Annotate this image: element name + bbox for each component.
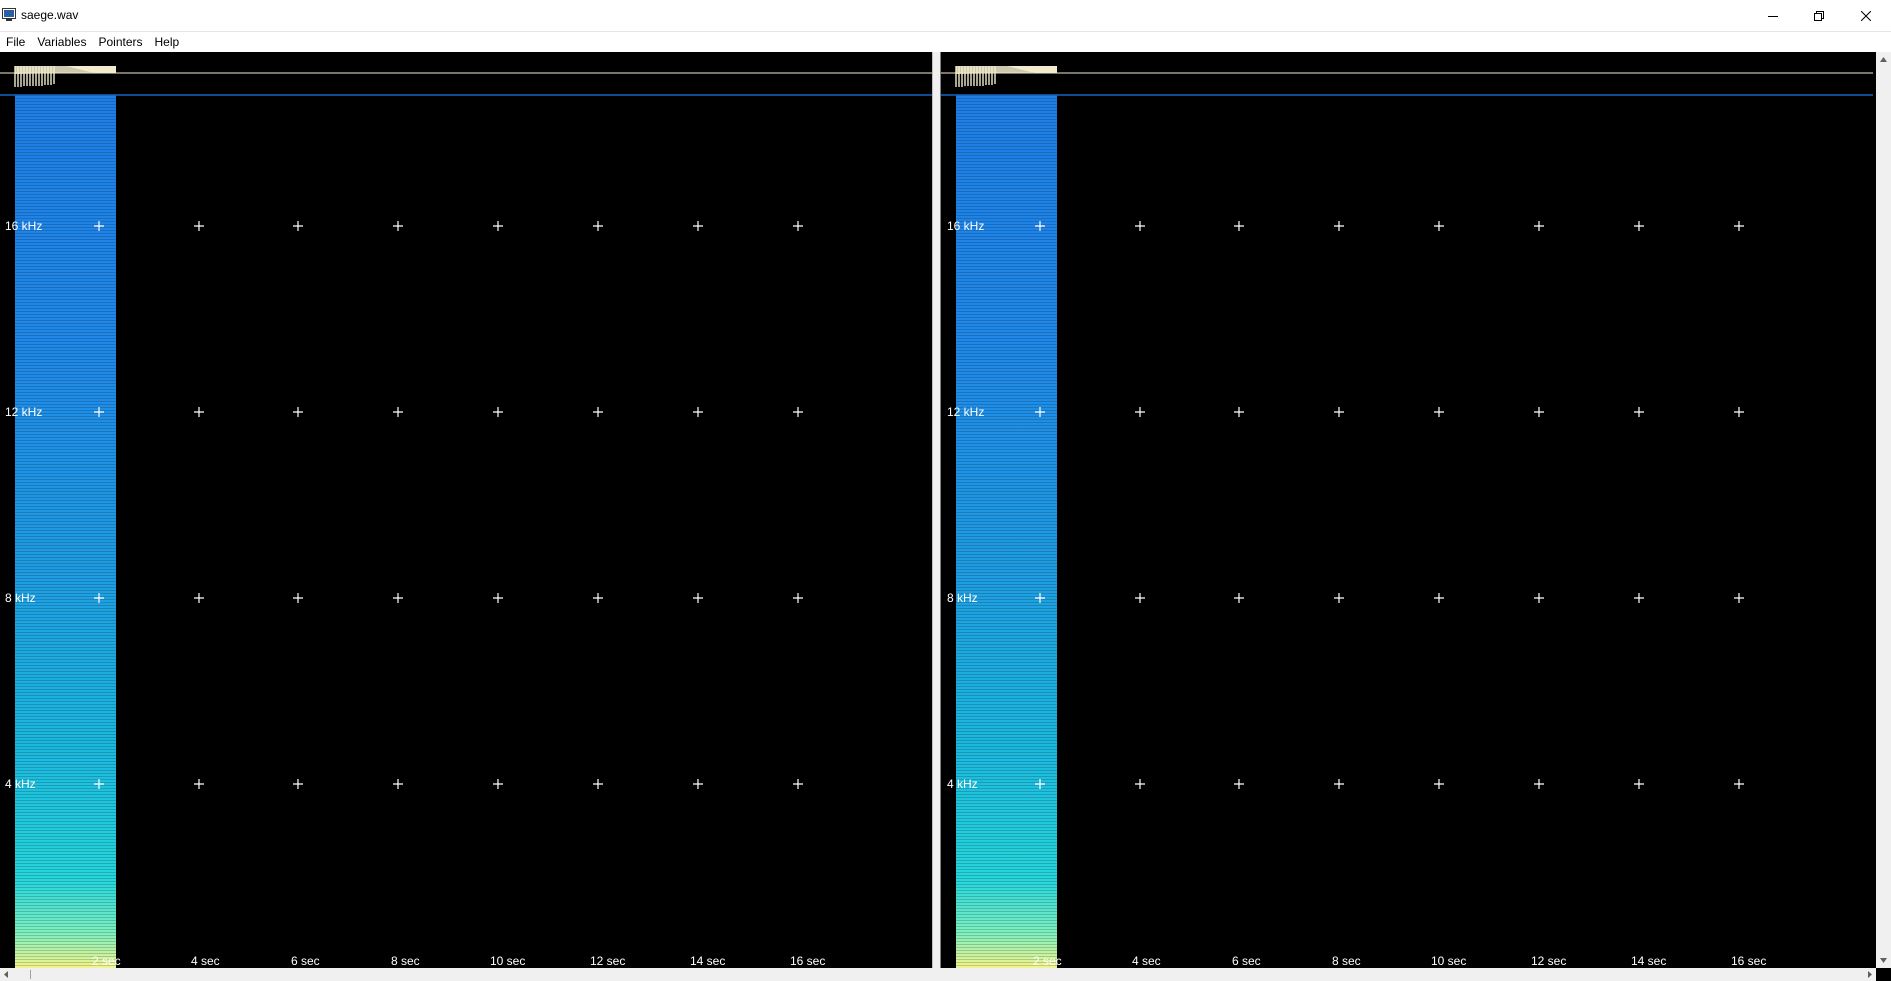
menu-help[interactable]: Help [149,32,186,52]
menu-variables[interactable]: Variables [31,32,92,52]
close-icon [1861,11,1871,21]
scroll-right-icon[interactable] [1863,968,1876,981]
spectrogram-overlay: 16 kHz 12 kHz 8 kHz 4 kHz 2 sec 4 sec 6 … [941,66,1873,968]
time-label: 2 sec [92,954,121,968]
time-label: 2 sec [1033,954,1062,968]
time-label: 6 sec [291,954,320,968]
spectrogram-pane-left[interactable]: 16 kHz 12 kHz 8 kHz 4 kHz 2 sec 4 sec 6 … [0,52,932,968]
time-label: 4 sec [1132,954,1161,968]
freq-label: 8 kHz [5,591,36,605]
menu-pointers[interactable]: Pointers [92,32,148,52]
freq-label: 4 kHz [947,777,978,791]
minimize-button[interactable] [1750,0,1796,32]
restore-icon [1814,11,1824,21]
horizontal-scrollbar[interactable] [0,968,1876,981]
pane-splitter[interactable] [932,52,941,968]
scroll-left-icon[interactable] [0,968,13,981]
waveform [955,66,1057,87]
close-button[interactable] [1843,0,1889,32]
menu-bar: File Variables Pointers Help [0,32,1891,52]
time-label: 8 sec [391,954,420,968]
time-label: 16 sec [1731,954,1766,968]
freq-label: 8 kHz [947,591,978,605]
time-label: 16 sec [790,954,825,968]
scroll-down-icon[interactable] [1876,953,1891,968]
scroll-up-icon[interactable] [1876,52,1891,67]
freq-label: 16 kHz [947,219,984,233]
title-bar: saege.wav [0,0,1891,32]
freq-label: 16 kHz [5,219,42,233]
time-label: 10 sec [490,954,525,968]
time-label: 14 sec [1631,954,1666,968]
app-icon [2,8,16,21]
freq-label: 12 kHz [5,405,42,419]
horizontal-scroll-thumb[interactable] [30,970,31,979]
spectrogram-pane-right[interactable]: 16 kHz 12 kHz 8 kHz 4 kHz 2 sec 4 sec 6 … [941,52,1873,968]
vertical-scrollbar[interactable] [1876,52,1891,968]
time-label: 6 sec [1232,954,1261,968]
grid-markers [1035,221,1744,789]
freq-label: 12 kHz [947,405,984,419]
time-label: 8 sec [1332,954,1361,968]
time-label: 14 sec [690,954,725,968]
restore-button[interactable] [1796,0,1842,32]
spectrogram-workspace: 16 kHz 12 kHz 8 kHz 4 kHz 2 sec 4 sec 6 … [0,52,1876,968]
menu-file[interactable]: File [0,32,31,52]
time-label: 10 sec [1431,954,1466,968]
time-label: 4 sec [191,954,220,968]
grid-markers [94,221,803,789]
time-label: 12 sec [590,954,625,968]
minimize-icon [1768,16,1778,17]
waveform [14,66,116,87]
spectrogram-overlay: 16 kHz 12 kHz 8 kHz 4 kHz 2 sec 4 sec 6 … [0,66,932,968]
freq-label: 4 kHz [5,777,36,791]
time-label: 12 sec [1531,954,1566,968]
window-title: saege.wav [21,8,79,22]
